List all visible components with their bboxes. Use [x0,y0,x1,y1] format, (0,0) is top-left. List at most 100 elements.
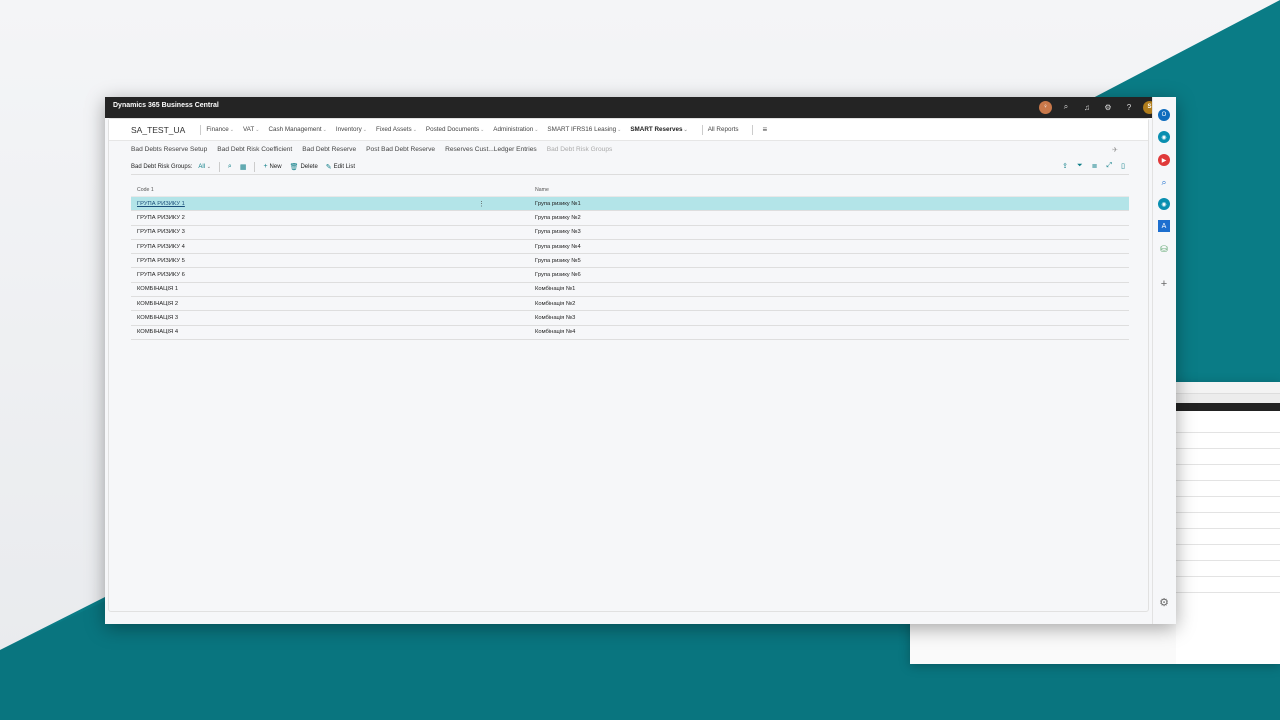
nav-item-smart-reserves[interactable]: SMART Reserves⌄ [630,126,687,133]
settings-icon[interactable]: ⚙ [1101,100,1115,114]
chevron-down-icon: ⌄ [480,127,485,133]
globe-icon[interactable]: ◉ [1158,198,1170,210]
page-content: SA_TEST_UA Finance⌄ VAT⌄ Cash Management… [108,118,1149,612]
nav-item-finance[interactable]: Finance⌄ [206,126,234,133]
search-icon[interactable]: ⌕ [1059,100,1073,114]
cell-name[interactable]: Комбінація №1 [529,286,1129,292]
action-bad-debt-risk-coefficient[interactable]: Bad Debt Risk Coefficient [217,146,292,153]
cell-code[interactable]: ГРУПА РИЗИКУ 5 [131,258,529,264]
nav-divider [752,124,754,135]
nav-divider [200,124,202,135]
view-filter[interactable]: All ⌄ [198,164,211,170]
title-bar: Dynamics 365 Business Central ♀ ⌕ ♫ ⚙ ? … [105,97,1176,118]
filter-icon[interactable]: ⏷ [1077,162,1083,170]
nav-item-vat[interactable]: VAT⌄ [243,126,260,133]
list-view-icon[interactable]: ≣ [1092,162,1098,170]
cell-code[interactable]: ГРУПА РИЗИКУ 6 [131,272,529,278]
column-header-name[interactable]: Name [529,187,1129,193]
edit-list-icon: ✎ [325,163,332,171]
gear-icon[interactable]: ⚙ [1158,596,1170,609]
cell-name[interactable]: Група ризику №1 [529,201,1129,207]
expand-icon[interactable]: ⤢ [1107,162,1113,170]
cell-name[interactable]: Група ризику №2 [529,215,1129,221]
cell-name[interactable]: Група ризику №6 [529,272,1129,278]
chevron-down-icon: ⌄ [412,127,417,133]
cell-code[interactable]: КОМБІНАЦІЯ 3 [131,315,529,321]
table-row[interactable]: ГРУПА РИЗИКУ 5 Група ризику №5 [131,254,1129,269]
table-row[interactable]: КОМБІНАЦІЯ 1 Комбінація №1 [131,283,1129,298]
cell-code[interactable]: КОМБІНАЦІЯ 1 [131,286,529,292]
nav-item-posted-documents[interactable]: Posted Documents⌄ [426,126,484,133]
table-row[interactable]: ГРУПА РИЗИКУ 2 Група ризику №2 [131,211,1129,226]
table-row[interactable]: ГРУПА РИЗИКУ 1 ⋮ Група ризику №1 [131,197,1129,212]
nav-item-fixed-assets[interactable]: Fixed Assets⌄ [376,126,417,133]
cell-name[interactable]: Комбінація №4 [529,329,1129,335]
table-row[interactable]: КОМБІНАЦІЯ 2 Комбінація №2 [131,297,1129,312]
chevron-down-icon: ⌄ [206,163,211,170]
cell-code[interactable]: КОМБІНАЦІЯ 2 [131,301,529,307]
table-row[interactable]: ГРУПА РИЗИКУ 6 Група ризику №6 [131,268,1129,283]
outlook-icon[interactable]: O [1158,109,1170,121]
cell-code[interactable]: ГРУПА РИЗИКУ 2 [131,215,529,221]
menu-icon[interactable]: ≡ [762,125,767,134]
edit-list-button[interactable]: ✎ Edit List [326,163,355,171]
nav-item-all-reports[interactable]: All Reports [708,126,739,133]
pin-icon[interactable]: ✈ [1112,146,1118,154]
delete-button[interactable]: 🗑 Delete [290,163,318,171]
cell-code[interactable]: ГРУПА РИЗИКУ 3 [131,229,529,235]
table-row[interactable]: ГРУПА РИЗИКУ 4 Група ризику №4 [131,240,1129,255]
cell-name[interactable]: Група ризику №5 [529,258,1129,264]
cell-code[interactable]: ГРУПА РИЗИКУ 1 [137,201,185,207]
cell-name[interactable]: Група ризику №4 [529,244,1129,250]
action-bad-debts-reserve-setup[interactable]: Bad Debts Reserve Setup [131,146,207,153]
toolbar-divider [254,161,256,172]
nav-item-ifrs16-leasing[interactable]: SMART IFRS16 Leasing⌄ [547,126,621,133]
bookmark-icon[interactable]: ▯ [1121,162,1125,170]
chevron-down-icon: ⌄ [229,127,234,133]
search-icon: ⌕ [227,162,232,170]
nav-item-cash-management[interactable]: Cash Management⌄ [268,126,326,133]
share-icon[interactable]: ⇪ [1062,162,1068,170]
cell-name[interactable]: Комбінація №3 [529,315,1129,321]
action-post-bad-debt-reserve[interactable]: Post Bad Debt Reserve [366,146,435,153]
chevron-down-icon: ⌄ [534,127,539,133]
row-menu-icon[interactable]: ⋮ [478,200,485,208]
cell-name[interactable]: Група ризику №3 [529,229,1129,235]
list-toolbar: Bad Debt Risk Groups: All ⌄ ⌕ ▦ + New 🗑 De… [131,159,1129,175]
search-icon[interactable]: ⌕ [1158,176,1170,188]
teams-icon[interactable]: ◉ [1158,131,1170,143]
search-button[interactable]: ⌕ [228,163,232,171]
column-header-code[interactable]: Code 1 [131,187,529,193]
user-orange-avatar[interactable]: ♀ [1039,100,1052,114]
nav-item-inventory[interactable]: Inventory⌄ [336,126,367,133]
cell-name[interactable]: Комбінація №2 [529,301,1129,307]
excel-icon: ▦ [239,163,247,171]
chevron-down-icon: ⌄ [322,127,327,133]
table-row[interactable]: КОМБІНАЦІЯ 4 Комбінація №4 [131,326,1129,340]
azure-icon[interactable]: A [1158,220,1170,232]
new-button[interactable]: + New [263,163,281,170]
toolbar-right-icons: ⇪ ⏷ ≣ ⤢ ▯ [1062,162,1125,170]
bell-icon[interactable]: ♫ [1080,100,1094,114]
add-icon[interactable]: + [1158,278,1170,290]
nav-item-administration[interactable]: Administration⌄ [493,126,538,133]
open-excel-button[interactable]: ▦ [240,163,247,171]
grid-header: Code 1 Name [131,183,1129,197]
action-bad-debt-reserve[interactable]: Bad Debt Reserve [302,146,356,153]
youtube-icon[interactable]: ▶ [1158,154,1170,166]
trash-icon: 🗑 [289,163,299,171]
cell-code[interactable]: ГРУПА РИЗИКУ 4 [131,244,529,250]
app-title: Dynamics 365 Business Central [113,102,219,109]
cell-code[interactable]: КОМБІНАЦІЯ 4 [131,329,529,335]
chevron-down-icon: ⌄ [362,127,367,133]
table-row[interactable]: ГРУПА РИЗИКУ 3 Група ризику №3 [131,226,1129,240]
help-icon[interactable]: ? [1122,100,1136,114]
action-bad-debt-risk-groups: Bad Debt Risk Groups [546,146,613,153]
side-pane: O ◉ ▶ ⌕ ◉ A ⛁ + ⚙ [1152,97,1176,624]
table-row[interactable]: КОМБІНАЦІЯ 3 Комбінація №3 [131,311,1129,326]
drive-icon[interactable]: ⛁ [1158,243,1170,255]
toolbar-divider [218,161,220,172]
action-reserves-cust-ledger-entries[interactable]: Reserves Cust...Ledger Entries [445,146,537,153]
company-name[interactable]: SA_TEST_UA [131,125,185,135]
plus-icon: + [263,163,268,170]
